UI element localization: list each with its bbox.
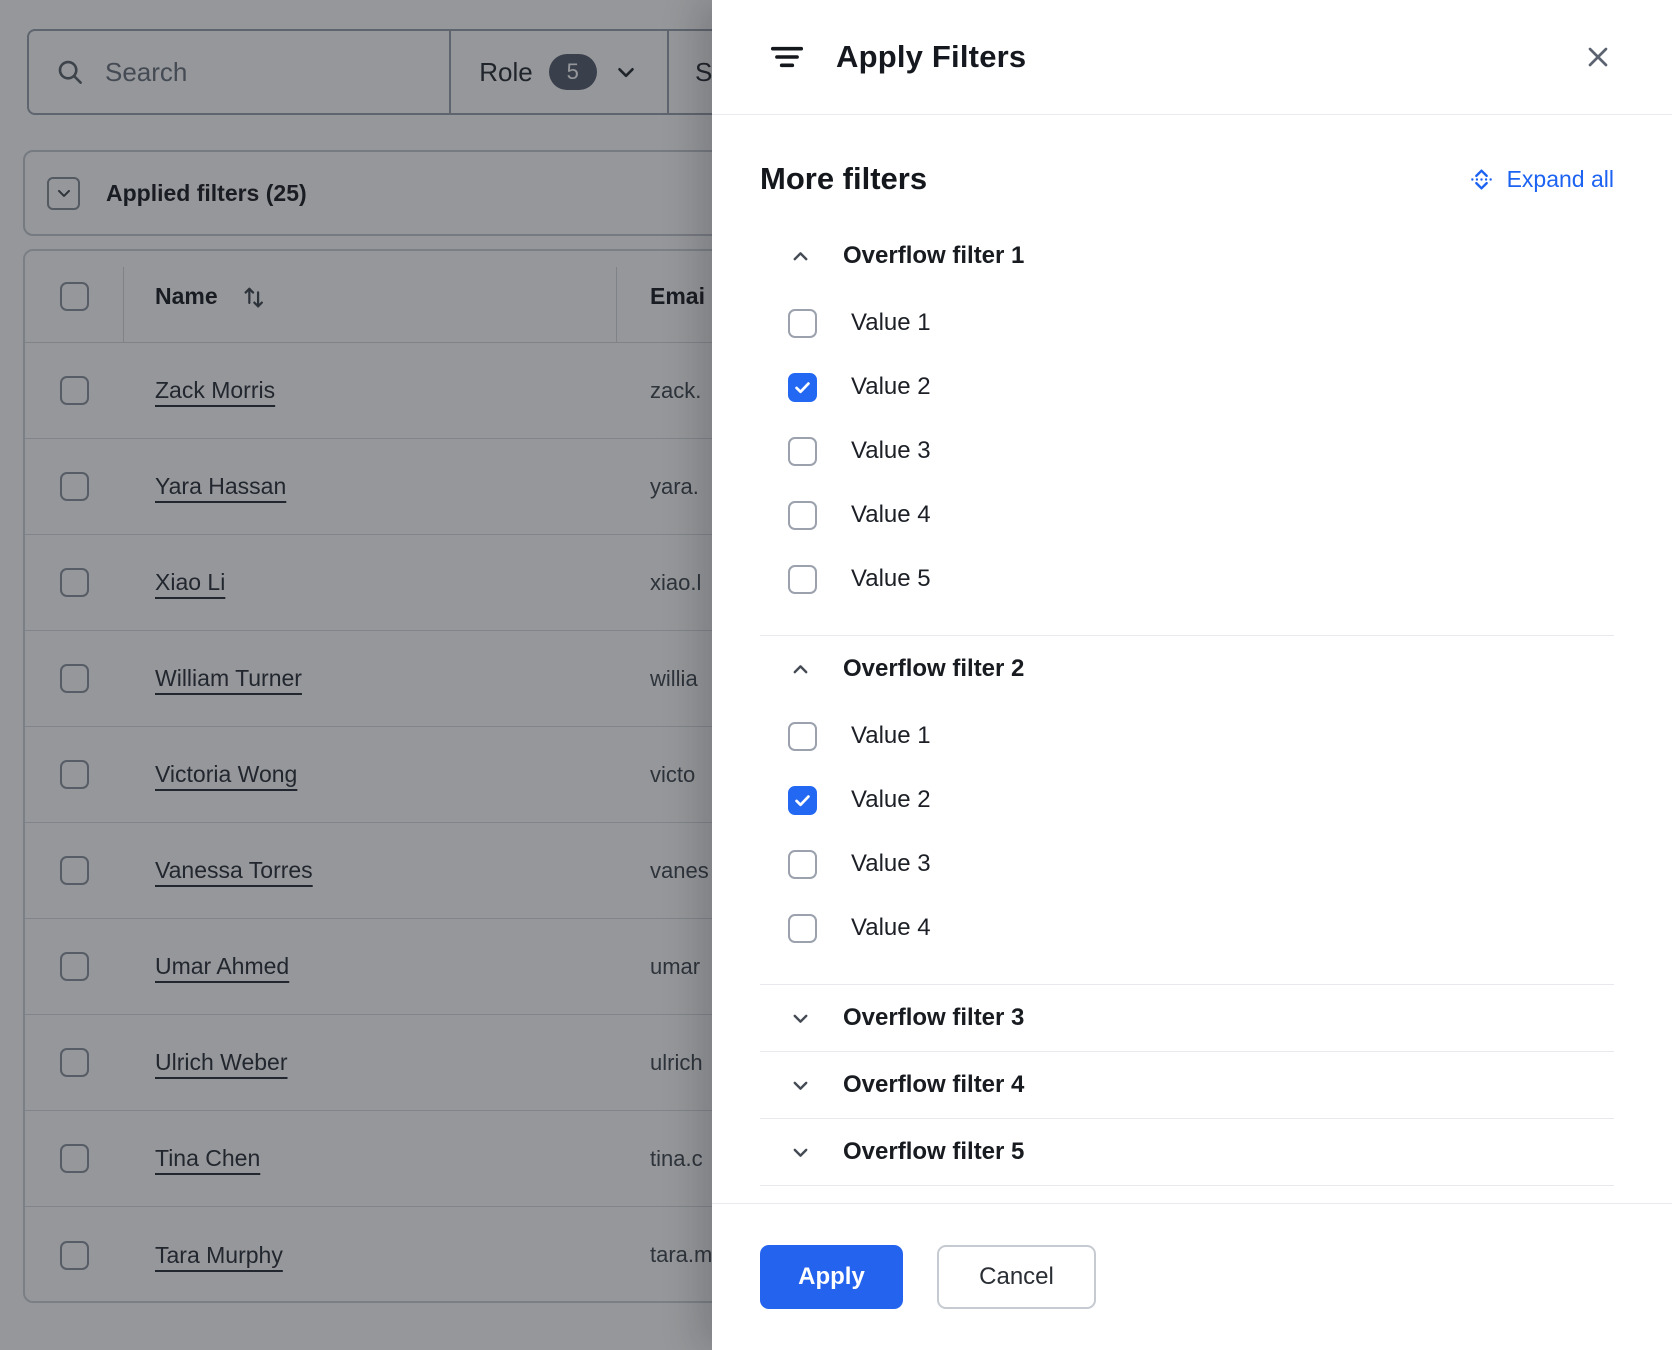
filter-option-checkbox[interactable] — [788, 786, 817, 815]
filter-option[interactable]: Value 3 — [788, 419, 1614, 483]
filter-sections: Overflow filter 1 Value 1 Value 2 — [760, 223, 1614, 1203]
filter-option-checkbox[interactable] — [788, 565, 817, 594]
filter-section: Overflow filter 6 — [760, 1186, 1614, 1203]
filter-lines-icon — [768, 38, 806, 76]
filter-section: Overflow filter 3 — [760, 985, 1614, 1052]
panel-title: Apply Filters — [836, 39, 1026, 75]
filter-option-label: Value 1 — [851, 309, 931, 337]
filter-section: Overflow filter 1 Value 1 Value 2 — [760, 223, 1614, 636]
filter-option-label: Value 2 — [851, 786, 931, 814]
filter-section-label: Overflow filter 2 — [843, 655, 1024, 683]
chevron-down-icon — [788, 1140, 813, 1165]
filter-section: Overflow filter 5 — [760, 1119, 1614, 1186]
filter-option[interactable]: Value 4 — [788, 896, 1614, 960]
panel-header: Apply Filters — [712, 0, 1672, 115]
expand-all-icon — [1468, 166, 1495, 193]
filter-option[interactable]: Value 3 — [788, 832, 1614, 896]
cancel-button[interactable]: Cancel — [937, 1245, 1096, 1309]
chevron-down-icon — [788, 1006, 813, 1031]
filter-option[interactable]: Value 1 — [788, 291, 1614, 355]
filter-section-label: Overflow filter 1 — [843, 242, 1024, 270]
filter-section-label: Overflow filter 5 — [843, 1138, 1024, 1166]
apply-button[interactable]: Apply — [760, 1245, 903, 1309]
filter-section-toggle[interactable]: Overflow filter 3 — [760, 985, 1614, 1051]
filter-option-checkbox[interactable] — [788, 501, 817, 530]
chevron-up-icon — [788, 244, 813, 269]
filter-options: Value 1 Value 2 Value 3 — [760, 289, 1614, 635]
chevron-up-icon — [788, 657, 813, 682]
filter-section-toggle[interactable]: Overflow filter 2 — [760, 636, 1614, 702]
filter-section-label: Overflow filter 3 — [843, 1004, 1024, 1032]
expand-all-label: Expand all — [1507, 166, 1614, 193]
filter-option-checkbox[interactable] — [788, 309, 817, 338]
panel-footer: Apply Cancel — [712, 1203, 1672, 1350]
filter-option-checkbox[interactable] — [788, 722, 817, 751]
filter-option-checkbox[interactable] — [788, 373, 817, 402]
filter-option[interactable]: Value 4 — [788, 483, 1614, 547]
expand-all-button[interactable]: Expand all — [1468, 166, 1614, 193]
checkmark-icon — [793, 378, 812, 397]
more-filters-heading: More filters — [760, 161, 927, 197]
checkmark-icon — [793, 791, 812, 810]
filter-option[interactable]: Value 5 — [788, 547, 1614, 611]
filter-option[interactable]: Value 2 — [788, 355, 1614, 419]
filter-option-checkbox[interactable] — [788, 914, 817, 943]
filter-section-label: Overflow filter 4 — [843, 1071, 1024, 1099]
filter-option-label: Value 5 — [851, 565, 931, 593]
filter-option-label: Value 4 — [851, 914, 931, 942]
filter-section-toggle[interactable]: Overflow filter 6 — [760, 1186, 1614, 1203]
close-icon — [1582, 41, 1614, 73]
close-button[interactable] — [1576, 35, 1620, 79]
filter-section-toggle[interactable]: Overflow filter 5 — [760, 1119, 1614, 1185]
filter-option[interactable]: Value 2 — [788, 768, 1614, 832]
filter-option-label: Value 3 — [851, 437, 931, 465]
filter-section: Overflow filter 2 Value 1 Value 2 — [760, 636, 1614, 985]
filter-option-label: Value 2 — [851, 373, 931, 401]
filter-option-label: Value 4 — [851, 501, 931, 529]
filter-section-toggle[interactable]: Overflow filter 1 — [760, 223, 1614, 289]
filter-section-toggle[interactable]: Overflow filter 4 — [760, 1052, 1614, 1118]
filter-options: Value 1 Value 2 Value 3 — [760, 702, 1614, 984]
filter-option-checkbox[interactable] — [788, 850, 817, 879]
screen: Search Role 5 S Applied filters (25) — [0, 0, 1672, 1350]
filter-section: Overflow filter 4 — [760, 1052, 1614, 1119]
filter-option-checkbox[interactable] — [788, 437, 817, 466]
panel-body: More filters Expand all — [712, 115, 1672, 1203]
apply-filters-panel: Apply Filters More filters — [712, 0, 1672, 1350]
filter-option[interactable]: Value 1 — [788, 704, 1614, 768]
filter-option-label: Value 1 — [851, 722, 931, 750]
chevron-down-icon — [788, 1073, 813, 1098]
filter-option-label: Value 3 — [851, 850, 931, 878]
